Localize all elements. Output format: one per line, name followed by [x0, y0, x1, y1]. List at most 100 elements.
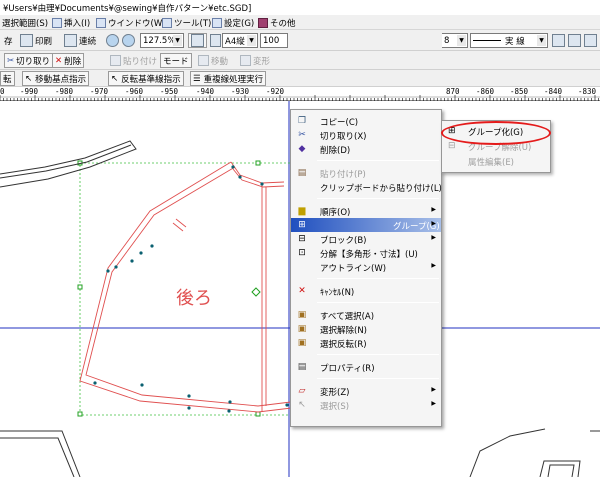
- close-icon: ✕: [55, 55, 63, 66]
- properties-icon: ▤: [297, 362, 307, 372]
- printer-stack-icon: [64, 34, 77, 47]
- menu-other[interactable]: その他: [258, 17, 296, 29]
- window-title: ¥Users¥由理¥Documents¥@sewing¥自作パターン¥etc.S…: [0, 0, 600, 15]
- zoom-select[interactable]: 127.5% ▼: [140, 33, 184, 48]
- transform-icon: ▱: [298, 386, 306, 396]
- menu-item-cut[interactable]: ✂ 切り取り(X): [291, 128, 441, 142]
- save-button[interactable]: 存: [2, 33, 15, 48]
- chevron-down-icon: ▼: [247, 35, 256, 46]
- ruler-label: -840: [544, 87, 563, 96]
- cursor-icon: ↖: [25, 73, 33, 84]
- delete-button[interactable]: ✕ 削除: [52, 53, 85, 68]
- paper-icon: [210, 34, 221, 47]
- menu-window[interactable]: ウインドウ(W): [96, 17, 166, 29]
- menu-item-select-all[interactable]: ▣ すべて選択(A): [291, 308, 441, 322]
- hand-tool-button[interactable]: [188, 33, 207, 48]
- mode-button[interactable]: モード: [160, 53, 192, 68]
- line-width-select[interactable]: 8 ▼: [442, 33, 468, 48]
- print-button[interactable]: 印刷: [18, 33, 54, 48]
- chevron-down-icon: ▼: [537, 35, 546, 46]
- close-icon: ✕: [298, 286, 306, 296]
- zoom-out-button[interactable]: [120, 33, 139, 48]
- group-release-icon: ⊟: [448, 141, 456, 151]
- menu-item-deselect[interactable]: ▣ 選択解除(N): [291, 322, 441, 336]
- menu-item-transform[interactable]: ▱ 変形(Z) ▶: [291, 384, 441, 398]
- menu-insert[interactable]: 挿入(I): [52, 17, 90, 29]
- menu-item-select[interactable]: ↖ 選択(S) ▶: [291, 398, 441, 412]
- zoom-out-icon: [122, 34, 135, 47]
- eraser-icon: ◆: [298, 144, 306, 154]
- printer-icon: [20, 34, 33, 47]
- menu-item-cancel[interactable]: ✕ ｷｬﾝｾﾙ(N): [291, 284, 441, 298]
- move-button[interactable]: 移動: [196, 53, 230, 68]
- rotate-button[interactable]: 転: [0, 71, 15, 86]
- menu-item-delete[interactable]: ◆ 削除(D): [291, 142, 441, 156]
- cursor-icon: ↖: [111, 73, 119, 84]
- invert-selection-icon: ▣: [297, 338, 307, 348]
- menu-item-paste[interactable]: ▤ 貼り付け(P): [291, 166, 441, 180]
- select-all-icon: ▣: [297, 310, 307, 320]
- overlap-process-button[interactable]: ☰ 重複線処理実行: [190, 71, 267, 86]
- paste-button[interactable]: 貼り付け: [108, 53, 159, 68]
- book-icon: [258, 18, 268, 28]
- menu-item-invert-selection[interactable]: ▣ 選択反転(R): [291, 336, 441, 350]
- menu-item-paste-from-clipboard[interactable]: クリップボードから貼り付け(L): [291, 180, 442, 194]
- waistband-piece: [0, 140, 137, 188]
- transform-icon: [240, 55, 251, 66]
- menu-select-range[interactable]: 選択範囲(S): [2, 17, 48, 29]
- overlap-lines-icon: ☰: [193, 73, 201, 84]
- cut-button[interactable]: ✂ 切り取り: [4, 53, 54, 68]
- menu-settings[interactable]: 設定(G): [212, 17, 254, 29]
- ruler-label: -940: [196, 87, 215, 96]
- ruler-label: -970: [90, 87, 109, 96]
- chevron-down-icon: ▼: [457, 35, 466, 46]
- palette-icon: [552, 34, 565, 47]
- menu-separator: [317, 198, 439, 199]
- window-icon: [96, 18, 106, 28]
- paper-icon-button[interactable]: [208, 33, 223, 48]
- continuous-print-button[interactable]: 連続: [62, 33, 98, 48]
- ruler-label: -850: [510, 87, 529, 96]
- menu-item-outline[interactable]: アウトライン(W) ▶: [291, 260, 441, 274]
- menu-item-decompose[interactable]: ⊡ 分解【多角形・寸法】(U): [291, 246, 441, 260]
- block-icon: ⊟: [298, 234, 306, 244]
- submenu-arrow-icon: ▶: [431, 234, 436, 241]
- annotation-circle: [441, 121, 551, 145]
- lower-pieces: [0, 428, 600, 477]
- menu-item-order[interactable]: ▆ 順序(O) ▶: [291, 204, 441, 218]
- layers-icon: [584, 34, 597, 47]
- horizontal-ruler: 0 -990 -980 -970 -960 -950 -940 -930 -92…: [0, 87, 600, 101]
- menu-separator: [317, 278, 439, 279]
- copies-select[interactable]: 100: [260, 33, 288, 48]
- cursor-icon: ↖: [298, 400, 306, 410]
- move-base-button[interactable]: ↖ 移動基点指示: [22, 71, 90, 86]
- submenu-arrow-icon: ▶: [431, 262, 436, 269]
- edit-toolbar: ✂ 切り取り ✕ 削除 貼り付け モード 移動 変形: [0, 51, 600, 70]
- submenu-arrow-icon: ▶: [431, 220, 436, 227]
- ruler-label: -920: [266, 87, 285, 96]
- style-button-3[interactable]: [582, 33, 600, 48]
- ruler-label: -930: [231, 87, 250, 96]
- tools-icon: [162, 18, 172, 28]
- ruler-label: -980: [55, 87, 74, 96]
- main-toolbar: 存 印刷 連続 127.5% ▼ A4縦 ▼ 100 8 ▼ 実 線 ▼: [0, 30, 600, 51]
- menu-item-group[interactable]: ⊞ グループ(G) ▶: [291, 218, 441, 232]
- drawing-canvas[interactable]: 後ろ ❐ コピー(C) ✂ 切り取り(X) ◆ 削除(D) ▤ 貼り付け(P) クリップ…: [0, 101, 600, 477]
- flip-base-button[interactable]: ↖ 反転基準線指示: [108, 71, 184, 86]
- gear-icon: [212, 18, 222, 28]
- ruler-label: -950: [160, 87, 179, 96]
- menu-item-block[interactable]: ⊟ ブロック(B) ▶: [291, 232, 441, 246]
- menu-item-copy[interactable]: ❐ コピー(C): [291, 114, 441, 128]
- menu-item-properties[interactable]: ▤ プロパティ(R): [291, 360, 441, 374]
- move-icon: [198, 55, 209, 66]
- ruler-label: 0: [0, 87, 5, 96]
- transform-button[interactable]: 変形: [238, 53, 272, 68]
- submenu-arrow-icon: ▶: [431, 206, 436, 213]
- line-style-select[interactable]: 実 線 ▼: [470, 33, 548, 48]
- menu-bar: 選択範囲(S) 挿入(I) ウインドウ(W) ツール(T) 設定(G) その他: [0, 15, 600, 30]
- paper-size-select[interactable]: A4縦 ▼: [222, 33, 258, 48]
- clipboard-icon: ▤: [297, 168, 307, 178]
- menu-tools[interactable]: ツール(T): [162, 17, 211, 29]
- submenu-item-attribute-edit[interactable]: 属性編集(E): [442, 154, 550, 168]
- operation-toolbar: 転 ↖ 移動基点指示 ↖ 反転基準線指示 ☰ 重複線処理実行: [0, 70, 600, 87]
